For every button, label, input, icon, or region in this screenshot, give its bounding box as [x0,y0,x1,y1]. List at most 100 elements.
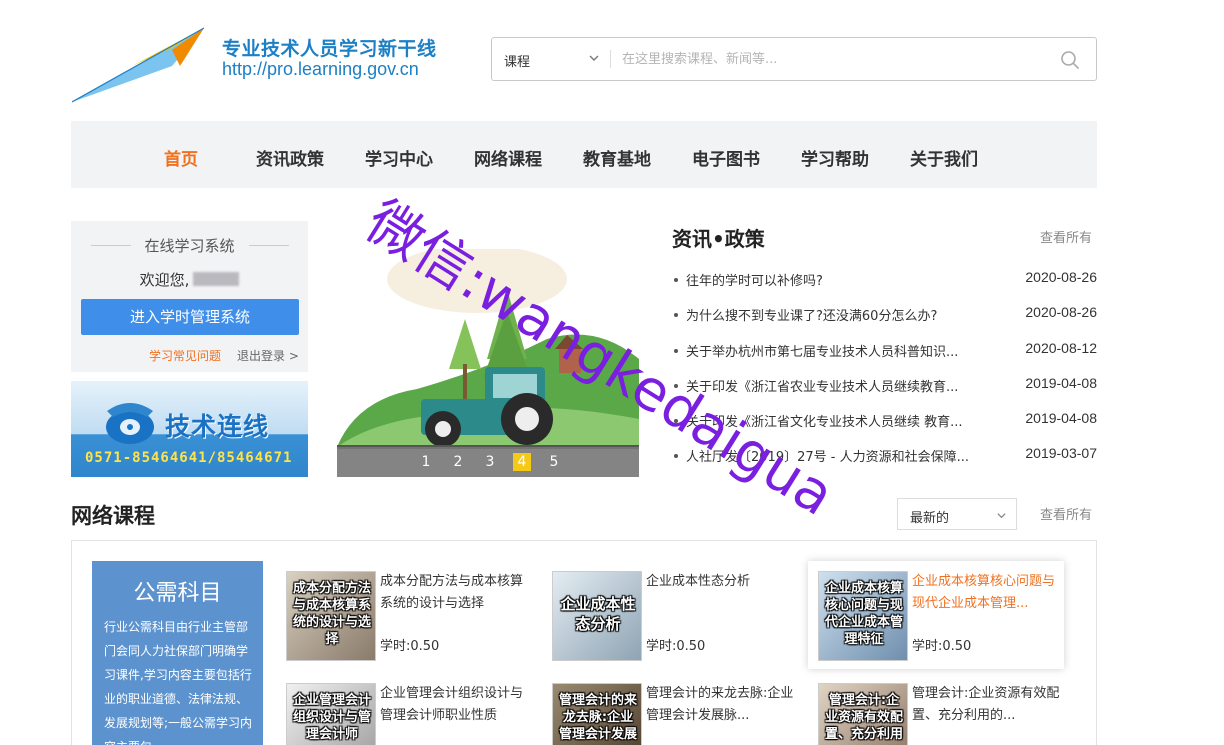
search-category-select[interactable]: 课程 [504,51,530,70]
thumbnail-caption: 管理会计:企业资源有效配置、充分利用 [824,693,903,742]
nav-item-news-policy[interactable]: 资讯政策 [256,145,324,170]
news-item-date: 2020-08-26 [1025,304,1097,320]
course-thumbnail[interactable]: 成本分配方法与成本核算系统的设计与选择 [286,571,376,661]
bullet [674,349,678,353]
nav-item-learning-center[interactable]: 学习中心 [365,145,433,170]
course-card[interactable]: 企业管理会计组织设计与管理会计师 企业管理会计组织设计与管理会计师职业性质 [286,683,536,745]
carousel-dot[interactable]: 1 [417,453,435,471]
carousel-dot[interactable]: 5 [545,453,563,471]
news-item[interactable]: 为什么搜不到专业课了?还没满60分怎么办? 2020-08-26 [672,304,1097,325]
bullet [674,313,678,317]
sort-value: 最新的 [910,511,950,526]
main-nav: 首页 资讯政策 学习中心 网络课程 教育基地 电子图书 学习帮助 关于我们 [71,121,1097,188]
nav-item-home[interactable]: 首页 [164,145,198,170]
telephone-icon [106,403,154,444]
news-item-title[interactable]: 为什么搜不到专业课了?还没满60分怎么办? [686,305,996,324]
news-item-title[interactable]: 关于举办杭州市第七届专业技术人员科普知识... [686,341,996,360]
course-card[interactable]: 管理会计:企业资源有效配置、充分利用 管理会计:企业资源有效配置、充分利用的..… [818,683,1068,745]
search-bar: 课程 [491,37,1097,81]
course-thumbnail[interactable]: 企业成本核算核心问题与现代企业成本管理特征 [818,571,908,661]
courses-view-all-link[interactable]: 查看所有 [1040,504,1092,523]
hotline-phone: 0571-85464641/85464671 [85,450,293,466]
search-icon[interactable] [1060,50,1080,70]
site-logo[interactable]: 专业技术人员学习新干线 http://pro.learning.gov.cn [72,26,452,104]
search-divider [610,50,611,68]
divider [249,245,289,246]
login-panel: 在线学习系统 欢迎您, 进入学时管理系统 学习常见问题 退出登录 > [71,221,308,372]
thumbnail-caption: 企业成本性态分析 [560,595,636,633]
bullet [674,278,678,282]
chevron-down-icon [997,513,1006,519]
news-item-title[interactable]: 关于印发《浙江省文化专业技术人员继续 教育... [686,411,996,430]
course-thumbnail[interactable]: 企业管理会计组织设计与管理会计师 [286,683,376,745]
course-title[interactable]: 成本分配方法与成本核算系统的设计与选择 [380,571,530,615]
tractor-illustration [337,249,639,449]
nav-item-online-courses[interactable]: 网络课程 [474,145,542,170]
news-item[interactable]: 关于印发《浙江省文化专业技术人员继续 教育... 2019-04-08 [672,410,1097,431]
paper-plane-logo-icon [72,27,205,103]
nav-item-help[interactable]: 学习帮助 [801,145,869,170]
search-input[interactable] [622,48,1042,70]
category-description: 行业公需科目由行业主管部门会同人力社保部门明确学习课件,学习内容主要包括行业的职… [104,620,253,745]
faq-link[interactable]: 学习常见问题 [149,347,221,364]
carousel-dot[interactable]: 2 [449,453,467,471]
carousel-dot[interactable]: 3 [481,453,499,471]
news-item-date: 2019-04-08 [1025,410,1097,426]
bullet [674,454,678,458]
logout-link[interactable]: 退出登录 > [237,347,299,364]
thumbnail-caption: 企业管理会计组织设计与管理会计师 [292,693,371,742]
course-card[interactable]: 管理会计的来龙去脉:企业管理会计发展 管理会计的来龙去脉:企业管理会计发展脉..… [552,683,802,745]
course-hours: 学时:0.50 [912,639,972,654]
course-title[interactable]: 管理会计的来龙去脉:企业管理会计发展脉... [646,683,796,727]
course-hours: 学时:0.50 [380,639,440,654]
course-card[interactable]: 成本分配方法与成本核算系统的设计与选择 成本分配方法与成本核算系统的设计与选择 … [286,571,536,663]
hotline-banner[interactable]: 技术连线 0571-85464641/85464671 [71,381,308,477]
bullet [674,419,678,423]
news-item[interactable]: 关于印发《浙江省农业专业技术人员继续教育... 2019-04-08 [672,375,1097,396]
news-item-date: 2020-08-26 [1025,269,1097,285]
blurred-username [193,272,240,286]
course-thumbnail[interactable]: 管理会计:企业资源有效配置、充分利用 [818,683,908,745]
nav-item-ebooks[interactable]: 电子图书 [692,145,760,170]
bullet [674,384,678,388]
news-item[interactable]: 往年的学时可以补修吗? 2020-08-26 [672,269,1097,290]
course-card-highlighted[interactable]: 企业成本核算核心问题与现代企业成本管理特征 企业成本核算核心问题与现代企业成本管… [808,561,1064,669]
news-view-all-link[interactable]: 查看所有 [1040,227,1092,246]
news-section-title: 资讯•政策 [672,227,765,251]
enter-system-button[interactable]: 进入学时管理系统 [81,299,299,335]
news-item-title[interactable]: 关于印发《浙江省农业专业技术人员继续教育... [686,376,996,395]
course-title[interactable]: 企业管理会计组织设计与管理会计师职业性质 [380,683,530,727]
welcome-text: 欢迎您, [71,269,308,290]
chevron-down-icon[interactable] [588,52,600,64]
thumbnail-caption: 成本分配方法与成本核算系统的设计与选择 [292,581,371,647]
site-title: 专业技术人员学习新干线 [222,38,437,60]
thumbnail-caption: 企业成本核算核心问题与现代企业成本管理特征 [824,581,903,647]
course-thumbnail[interactable]: 企业成本性态分析 [552,571,642,661]
course-thumbnail[interactable]: 管理会计的来龙去脉:企业管理会计发展 [552,683,642,745]
news-item-date: 2019-04-08 [1025,375,1097,391]
course-title[interactable]: 企业成本核算核心问题与现代企业成本管理... [912,571,1062,615]
course-title[interactable]: 企业成本性态分析 [646,571,796,593]
news-item-date: 2019-03-07 [1025,445,1097,461]
banner-carousel[interactable]: 1 2 3 4 5 [337,249,639,477]
nav-item-about[interactable]: 关于我们 [910,145,978,170]
carousel-pagination: 1 2 3 4 5 [337,447,639,477]
site-url: http://pro.learning.gov.cn [222,59,419,79]
news-item[interactable]: 人社厅发〔2019〕27号 - 人力资源和社会保障... 2019-03-07 [672,445,1097,466]
hotline-title: 技术连线 [165,412,270,441]
news-item-title[interactable]: 人社厅发〔2019〕27号 - 人力资源和社会保障... [686,446,996,465]
news-item-title[interactable]: 往年的学时可以补修吗? [686,270,996,289]
news-item-date: 2020-08-12 [1025,340,1097,356]
course-card[interactable]: 企业成本性态分析 企业成本性态分析 学时:0.50 [552,571,802,663]
welcome-label: 欢迎您, [139,271,190,289]
course-hours: 学时:0.50 [646,639,706,654]
nav-item-education-base[interactable]: 教育基地 [583,145,651,170]
news-item[interactable]: 关于举办杭州市第七届专业技术人员科普知识... 2020-08-12 [672,340,1097,361]
course-title[interactable]: 管理会计:企业资源有效配置、充分利用的... [912,683,1062,727]
courses-section-title: 网络课程 [71,504,155,528]
thumbnail-caption: 管理会计的来龙去脉:企业管理会计发展 [558,693,637,742]
carousel-dot-active[interactable]: 4 [513,453,531,471]
category-title: 公需科目 [133,581,222,606]
category-card[interactable]: 公需科目 行业公需科目由行业主管部门会同人力社保部门明确学习课件,学习内容主要包… [92,561,263,745]
sort-select[interactable]: 最新的 [897,498,1017,530]
